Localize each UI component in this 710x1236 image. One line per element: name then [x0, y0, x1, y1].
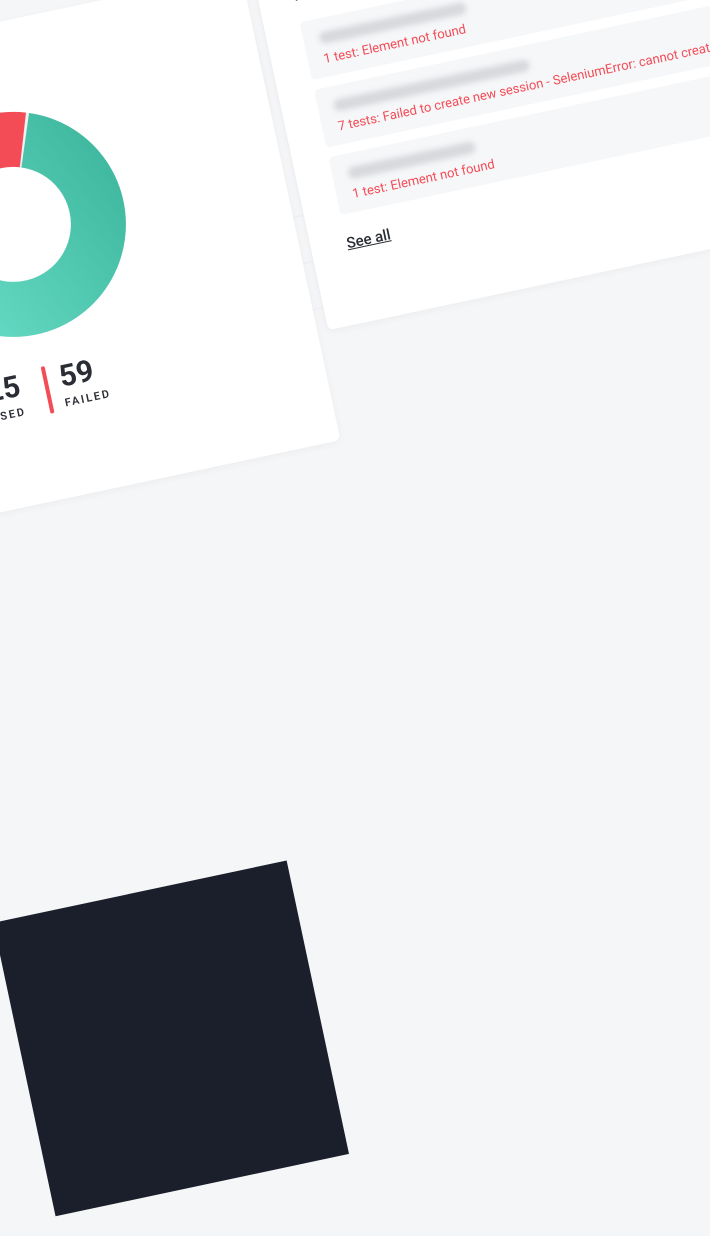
- execution-donut-chart: [0, 76, 162, 373]
- dark-corner-decor: [0, 860, 349, 1216]
- see-all-link[interactable]: See all: [345, 225, 392, 252]
- passed-label: PASSED: [0, 405, 27, 429]
- passed-stat: 525 PASSED: [0, 372, 27, 433]
- failed-bar-icon: [41, 366, 55, 414]
- failed-stat: 59 FAILED: [41, 354, 113, 414]
- failed-count: 59: [57, 354, 109, 393]
- failed-executions-panel: FAILED REMOTE EXECUTIONS 1 test: Element…: [250, 0, 710, 330]
